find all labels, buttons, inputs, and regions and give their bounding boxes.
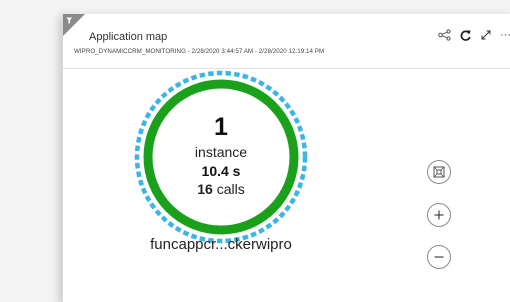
instance-label: instance bbox=[194, 144, 248, 160]
map-layout-icon[interactable] bbox=[437, 28, 451, 42]
calls-text: 16 calls bbox=[131, 181, 311, 197]
app-node[interactable]: 1 instance 10.4 s 16 calls bbox=[131, 67, 311, 247]
zoom-in-icon[interactable] bbox=[427, 203, 451, 227]
calls-count: 16 bbox=[197, 181, 213, 197]
toolbar: ··· bbox=[437, 24, 510, 46]
more-icon[interactable]: ··· bbox=[500, 30, 510, 41]
time-range-subtitle: WIPRO_DYNAMICCRM_MONITORING - 2/28/2020 … bbox=[74, 48, 325, 55]
duration-value: 10.4 s bbox=[201, 163, 241, 179]
zoom-out-icon[interactable] bbox=[427, 245, 451, 269]
page-title: Application map bbox=[89, 31, 168, 43]
pin-corner-icon[interactable] bbox=[63, 14, 85, 36]
instance-count: 1 bbox=[214, 113, 228, 141]
expand-icon[interactable] bbox=[479, 28, 493, 42]
node-name-label[interactable]: funcappcr...ckerwipro bbox=[116, 236, 326, 253]
refresh-icon[interactable] bbox=[458, 28, 472, 42]
fit-to-screen-icon[interactable] bbox=[427, 160, 451, 184]
calls-label: calls bbox=[212, 181, 245, 197]
